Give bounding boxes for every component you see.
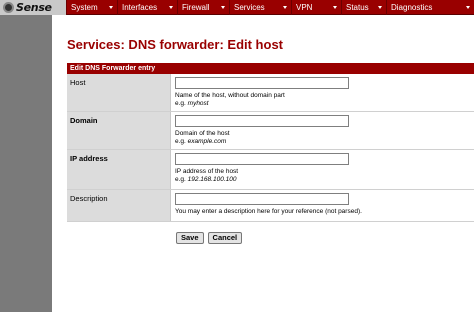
chevron-down-icon xyxy=(378,6,382,9)
top-navigation-bar: Sense System Interfaces Firewall Service… xyxy=(0,0,474,15)
cancel-button[interactable]: Cancel xyxy=(207,232,243,244)
domain-example-value: example.com xyxy=(187,138,227,145)
menu-system[interactable]: System xyxy=(66,0,117,15)
main-menu: System Interfaces Firewall Services VPN … xyxy=(66,0,474,15)
domain-row: Domain Domain of the host e.g. example.c… xyxy=(67,112,474,150)
save-button[interactable]: Save xyxy=(176,232,204,244)
ip-address-example-prefix: e.g. xyxy=(175,176,188,183)
ip-address-input[interactable] xyxy=(175,153,349,165)
ip-address-row: IP address IP address of the host e.g. 1… xyxy=(67,150,474,190)
menu-status[interactable]: Status xyxy=(341,0,386,15)
menu-diagnostics-label: Diagnostics xyxy=(391,3,433,12)
pfsense-logo[interactable]: Sense xyxy=(0,0,66,15)
description-hint: You may enter a description here for you… xyxy=(175,208,362,215)
menu-vpn[interactable]: VPN xyxy=(291,0,341,15)
domain-input[interactable] xyxy=(175,115,349,127)
menu-vpn-label: VPN xyxy=(296,3,313,12)
left-sidebar-bar xyxy=(0,0,52,312)
edit-host-form: Edit DNS Forwarder entry Host Name of th… xyxy=(67,63,474,222)
ip-address-field-cell: IP address of the host e.g. 192.168.100.… xyxy=(171,150,474,189)
description-row: Description You may enter a description … xyxy=(67,190,474,222)
host-label: Host xyxy=(67,74,171,111)
domain-label: Domain xyxy=(67,112,171,149)
host-field-cell: Name of the host, without domain part e.… xyxy=(171,74,474,111)
page-title: Services: DNS forwarder: Edit host xyxy=(67,37,283,52)
menu-firewall[interactable]: Firewall xyxy=(177,0,229,15)
domain-example: e.g. example.com xyxy=(175,138,474,146)
chevron-down-icon xyxy=(466,6,470,9)
menu-firewall-label: Firewall xyxy=(182,3,210,12)
domain-example-prefix: e.g. xyxy=(175,138,188,145)
description-field-cell: You may enter a description here for you… xyxy=(171,190,474,221)
ip-address-label: IP address xyxy=(67,150,171,189)
logo-text: Sense xyxy=(16,1,52,14)
domain-field-cell: Domain of the host e.g. example.com xyxy=(171,112,474,149)
host-example-prefix: e.g. xyxy=(175,100,188,107)
menu-services[interactable]: Services xyxy=(229,0,291,15)
chevron-down-icon xyxy=(333,6,337,9)
menu-system-label: System xyxy=(71,3,98,12)
domain-hint: Domain of the host xyxy=(175,130,230,137)
host-example: e.g. myhost xyxy=(175,100,474,108)
menu-diagnostics[interactable]: Diagnostics xyxy=(386,0,474,15)
menu-interfaces-label: Interfaces xyxy=(122,3,158,12)
description-input[interactable] xyxy=(175,193,349,205)
chevron-down-icon xyxy=(109,6,113,9)
ip-address-example: e.g. 192.168.100.100 xyxy=(175,176,474,184)
ip-address-example-value: 192.168.100.100 xyxy=(187,176,237,183)
menu-interfaces[interactable]: Interfaces xyxy=(117,0,177,15)
host-row: Host Name of the host, without domain pa… xyxy=(67,74,474,112)
chevron-down-icon xyxy=(283,6,287,9)
menu-status-label: Status xyxy=(346,3,369,12)
form-section-header: Edit DNS Forwarder entry xyxy=(67,63,474,74)
logo-icon xyxy=(3,2,14,13)
chevron-down-icon xyxy=(221,6,225,9)
chevron-down-icon xyxy=(169,6,173,9)
form-buttons: Save Cancel xyxy=(176,232,243,244)
description-label: Description xyxy=(67,190,171,221)
host-hint: Name of the host, without domain part xyxy=(175,92,285,99)
host-example-value: myhost xyxy=(187,100,209,107)
host-input[interactable] xyxy=(175,77,349,89)
menu-services-label: Services xyxy=(234,3,265,12)
ip-address-hint: IP address of the host xyxy=(175,168,239,175)
